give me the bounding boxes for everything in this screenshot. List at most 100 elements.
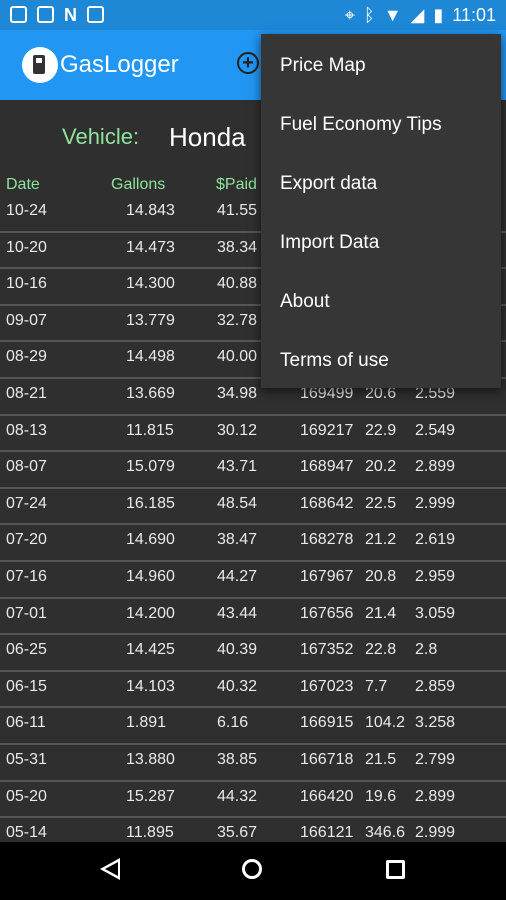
cell-date: 06-15 <box>6 677 47 695</box>
cell-paid: 30.12 <box>217 421 258 439</box>
cell-price-per-gallon: 2.549 <box>415 421 456 439</box>
cell-date: 05-20 <box>6 787 47 805</box>
cell-gallons: 13.779 <box>126 311 175 329</box>
table-row[interactable]: 05-31 13.880 38.85 166718 21.5 2.799 <box>0 745 506 782</box>
n-icon: N <box>64 5 77 25</box>
cell-date: 08-13 <box>6 421 47 439</box>
table-row[interactable]: 06-25 14.425 40.39 167352 22.8 2.8 <box>0 635 506 672</box>
cell-price-per-gallon: 3.059 <box>415 604 456 622</box>
cell-odometer: 168278 <box>300 531 354 549</box>
cell-odometer: 166718 <box>300 751 354 768</box>
status-bar: N ⌖ ᛒ ▼ ◢ ▮ 11:01 <box>0 0 506 30</box>
cell-paid: 38.85 <box>217 751 258 768</box>
cell-date: 08-07 <box>6 458 47 476</box>
cell-odometer: 167967 <box>300 568 354 585</box>
home-icon[interactable] <box>242 859 262 879</box>
cell-mpg: 104.2 <box>365 714 406 732</box>
cell-date: 10-20 <box>6 238 47 256</box>
location-icon: ⌖ <box>344 5 355 25</box>
cell-odometer: 166420 <box>300 787 354 805</box>
cell-mpg: 346.6 <box>365 824 406 842</box>
cell-paid: 40.32 <box>217 677 258 695</box>
cell-price-per-gallon: 2.8 <box>415 641 438 659</box>
cell-paid: 43.71 <box>217 458 258 476</box>
vehicle-selector[interactable]: Honda <box>169 122 246 153</box>
cell-mpg: 20.2 <box>365 458 397 476</box>
cell-date: 09-07 <box>6 311 47 329</box>
table-row[interactable]: 07-16 14.960 44.27 167967 20.8 2.959 <box>0 562 506 599</box>
column-header-date: Date <box>6 176 40 193</box>
cell-odometer: 167656 <box>300 604 354 622</box>
cell-paid: 32.78 <box>217 311 258 329</box>
menu-item-fuel-economy-tips[interactable]: Fuel Economy Tips <box>280 114 442 136</box>
cell-odometer: 168642 <box>300 494 354 512</box>
cell-mpg: 7.7 <box>365 677 388 695</box>
cell-date: 05-14 <box>6 824 47 842</box>
menu-item-terms-of-use[interactable]: Terms of use <box>280 350 389 372</box>
cell-paid: 35.67 <box>217 824 258 842</box>
cell-mpg: 19.6 <box>365 787 397 805</box>
column-header-gallons: Gallons <box>111 176 166 193</box>
table-row[interactable]: 06-11 1.891 6.16 166915 104.2 3.258 <box>0 708 506 745</box>
cell-price-per-gallon: 3.258 <box>415 714 456 732</box>
cell-paid: 43.44 <box>217 604 258 622</box>
table-row[interactable]: 05-20 15.287 44.32 166420 19.6 2.899 <box>0 782 506 819</box>
menu-item-import-data[interactable]: Import Data <box>280 232 379 254</box>
cell-gallons: 13.880 <box>126 751 175 768</box>
table-row[interactable]: 08-07 15.079 43.71 168947 20.2 2.899 <box>0 452 506 489</box>
back-icon[interactable] <box>100 858 120 880</box>
cell-paid: 40.88 <box>217 275 258 293</box>
cell-gallons: 13.669 <box>126 385 175 402</box>
cell-date: 05-31 <box>6 751 47 768</box>
cell-date: 06-11 <box>6 714 46 732</box>
cell-gallons: 1.891 <box>126 714 167 732</box>
cell-odometer: 167352 <box>300 641 354 659</box>
add-entry-icon[interactable]: + <box>237 52 259 74</box>
cell-gallons: 14.300 <box>126 275 175 293</box>
system-icons: ⌖ ᛒ ▼ ◢ ▮ 11:01 <box>345 5 496 26</box>
cell-date: 06-25 <box>6 641 47 659</box>
clock: 11:01 <box>452 5 496 25</box>
vehicle-label: Vehicle: <box>62 124 140 149</box>
cell-gallons: 14.103 <box>126 677 175 695</box>
cell-price-per-gallon: 2.799 <box>415 751 456 768</box>
cell-gallons: 14.843 <box>126 202 175 219</box>
cell-paid: 34.98 <box>217 385 258 402</box>
menu-item-about[interactable]: About <box>280 291 330 313</box>
recents-icon[interactable] <box>386 860 405 879</box>
cell-paid: 44.32 <box>217 787 258 805</box>
cell-date: 08-29 <box>6 348 47 366</box>
message-icon <box>10 6 27 23</box>
cell-price-per-gallon: 2.899 <box>415 458 456 476</box>
cell-paid: 48.54 <box>217 494 258 512</box>
cell-date: 07-24 <box>6 494 47 512</box>
table-row[interactable]: 06-15 14.103 40.32 167023 7.7 2.859 <box>0 672 506 709</box>
cell-mpg: 22.9 <box>365 421 397 439</box>
cell-mpg: 21.4 <box>365 604 397 622</box>
cell-date: 07-16 <box>6 568 47 585</box>
table-row[interactable]: 07-20 14.690 38.47 168278 21.2 2.619 <box>0 525 506 562</box>
photo-icon <box>87 6 104 23</box>
image-icon <box>37 6 54 23</box>
cell-mpg: 22.5 <box>365 494 397 512</box>
cell-gallons: 11.815 <box>126 421 174 439</box>
cell-paid: 40.00 <box>217 348 258 366</box>
cell-price-per-gallon: 2.619 <box>415 531 456 549</box>
menu-item-price-map[interactable]: Price Map <box>280 55 366 77</box>
cell-odometer: 169217 <box>300 421 354 439</box>
cell-gallons: 14.473 <box>126 238 175 256</box>
cell-date: 07-01 <box>6 604 47 622</box>
cell-paid: 40.39 <box>217 641 258 659</box>
cell-date: 10-24 <box>6 202 47 219</box>
battery-icon: ▮ <box>433 5 444 25</box>
cell-gallons: 15.079 <box>126 458 175 476</box>
table-row[interactable]: 07-01 14.200 43.44 167656 21.4 3.059 <box>0 599 506 636</box>
cell-mpg: 21.2 <box>365 531 397 549</box>
cell-paid: 38.34 <box>217 238 258 256</box>
menu-item-export-data[interactable]: Export data <box>280 173 377 195</box>
cell-date: 08-21 <box>6 385 47 402</box>
table-row[interactable]: 08-13 11.815 30.12 169217 22.9 2.549 <box>0 416 506 453</box>
table-row[interactable]: 07-24 16.185 48.54 168642 22.5 2.999 <box>0 489 506 526</box>
cell-gallons: 14.200 <box>126 604 175 622</box>
cell-paid: 44.27 <box>217 568 258 585</box>
